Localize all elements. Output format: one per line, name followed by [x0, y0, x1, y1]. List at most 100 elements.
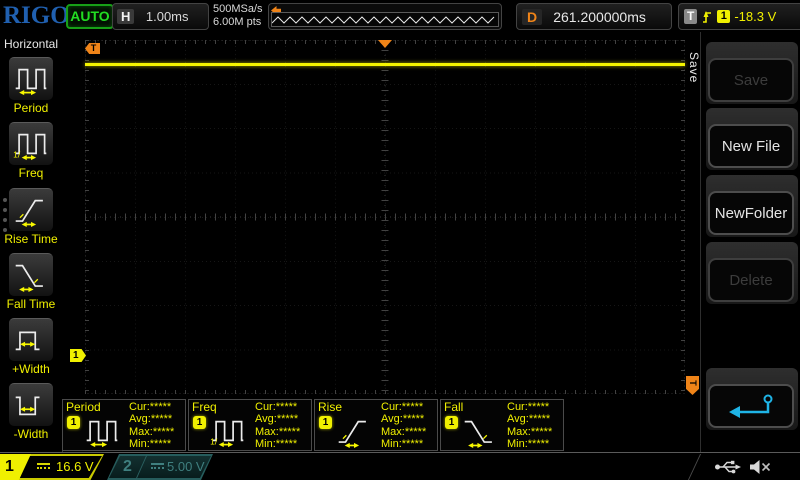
avg-value: ***** [277, 413, 298, 425]
memory-depth: 6.00M pts [213, 16, 263, 29]
dc-coupling-icon [37, 463, 50, 469]
measurement-values: Cur:***** Avg:***** Max:***** Min:***** [507, 401, 552, 451]
rise-time-label: Rise Time [0, 232, 62, 246]
avg-value: ***** [151, 413, 172, 425]
new-folder-button[interactable]: NewFolder [708, 191, 794, 235]
plus-width-icon [12, 323, 50, 357]
period-button[interactable] [9, 57, 53, 100]
divider-slash [688, 454, 701, 480]
ch1-ground-marker: 1 [70, 349, 86, 362]
channel-status-bar: 1 16.6 V 2 5.00 V [0, 452, 800, 480]
waveform-display: T 1 T [62, 32, 700, 399]
overview-wave [271, 12, 499, 27]
left-measure-menu: Horizontal Period Freq Rise Time Fall Ti… [0, 32, 63, 452]
minus-width-icon [12, 388, 50, 422]
period-icon [12, 62, 50, 96]
ch1-indicator[interactable]: 1 16.6 V [0, 454, 104, 480]
trigger-status-badge: AUTO [66, 4, 114, 29]
fall-time-button[interactable] [9, 253, 53, 296]
avg-label: Avg: [255, 413, 277, 425]
max-label: Max: [129, 426, 153, 438]
minus-width-button[interactable] [9, 383, 53, 426]
softkey-slot: Delete [706, 242, 798, 304]
measurement-channel-badge: 1 [445, 416, 458, 429]
softkey-slot [706, 368, 798, 430]
menu-item-period[interactable]: Period [0, 57, 62, 115]
trigger-level-value: -18.3 V [734, 9, 776, 24]
ch1-waveform-trace [85, 63, 685, 66]
max-value: ***** [405, 426, 426, 438]
rise-time-button[interactable] [9, 188, 53, 231]
min-label: Min: [507, 438, 528, 450]
avg-label: Avg: [381, 413, 403, 425]
save-button[interactable]: Save [708, 58, 794, 102]
measurement-values: Cur:***** Avg:***** Max:***** Min:***** [255, 401, 300, 451]
cur-value: ***** [276, 401, 297, 413]
cur-label: Cur: [381, 401, 402, 413]
cur-value: ***** [528, 401, 549, 413]
waveform-overview [268, 3, 502, 30]
fall-time-icon [12, 258, 50, 292]
freq-button[interactable] [9, 122, 53, 165]
rising-edge-icon [701, 9, 713, 25]
horizontal-scale-box: H 1.00ms [112, 3, 209, 30]
plus-width-label: +Width [0, 362, 62, 376]
measurement-panel-period[interactable]: Period 1 Cur:***** Avg:***** Max:***** M… [62, 399, 186, 451]
measurement-panel-fall[interactable]: Fall 1 Cur:***** Avg:***** Max:***** Min… [440, 399, 564, 451]
plus-width-button[interactable] [9, 318, 53, 361]
measurement-channel-badge: 1 [319, 416, 332, 429]
cur-value: ***** [402, 401, 423, 413]
dc-coupling-icon [151, 463, 164, 469]
menu-scroll-dots [3, 198, 7, 238]
fall-time-icon [460, 414, 500, 448]
trigger-level-flag: T [686, 376, 699, 395]
return-button[interactable] [708, 384, 794, 428]
measurement-channel-badge: 1 [67, 416, 80, 429]
freq-icon [12, 127, 50, 161]
ch2-indicator[interactable]: 2 5.00 V [107, 454, 213, 480]
freq-label: Freq [0, 166, 62, 180]
menu-item-rise-time[interactable]: Rise Time [0, 188, 62, 246]
trigger-position-triangle-icon [378, 40, 392, 48]
cur-label: Cur: [255, 401, 276, 413]
measurement-panel-rise[interactable]: Rise 1 Cur:***** Avg:***** Max:***** Min… [314, 399, 438, 451]
min-value: ***** [528, 438, 549, 450]
menu-item-freq[interactable]: Freq [0, 122, 62, 180]
period-icon [82, 414, 122, 448]
max-label: Max: [507, 426, 531, 438]
top-status-bar: RIGOL AUTO H 1.00ms 500MSa/s 6.00M pts D… [0, 0, 800, 32]
measurement-name: Rise [318, 400, 342, 414]
menu-item-fall-time[interactable]: Fall Time [0, 253, 62, 311]
period-label: Period [0, 101, 62, 115]
measurement-values: Cur:***** Avg:***** Max:***** Min:***** [129, 401, 174, 451]
min-value: ***** [276, 438, 297, 450]
measurement-name: Freq [192, 400, 217, 414]
delete-button[interactable]: Delete [708, 258, 794, 302]
menu-item-minus-width[interactable]: -Width [0, 383, 62, 441]
new-file-button[interactable]: New File [708, 124, 794, 168]
menu-item-plus-width[interactable]: +Width [0, 318, 62, 376]
measurement-name: Period [66, 400, 101, 414]
trigger-source-badge: 1 [717, 10, 730, 23]
speaker-muted-icon [748, 458, 772, 476]
sample-rate: 500MSa/s [213, 3, 263, 16]
measurement-panel-freq[interactable]: Freq 1 Cur:***** Avg:***** Max:***** Min… [188, 399, 312, 451]
acquisition-info: 500MSa/s 6.00M pts [213, 3, 263, 29]
max-value: ***** [279, 426, 300, 438]
measurement-values: Cur:***** Avg:***** Max:***** Min:***** [381, 401, 426, 451]
avg-value: ***** [529, 413, 550, 425]
horizontal-label: H [117, 9, 134, 24]
cur-label: Cur: [129, 401, 150, 413]
rise-time-icon [12, 193, 50, 227]
right-softkey-menu: Save New File NewFolder Delete [700, 32, 800, 452]
delay-readout: D 261.200000ms [516, 3, 672, 30]
fall-time-label: Fall Time [0, 297, 62, 311]
avg-label: Avg: [129, 413, 151, 425]
max-label: Max: [381, 426, 405, 438]
usb-icon [714, 458, 742, 475]
min-label: Min: [129, 438, 150, 450]
minus-width-label: -Width [0, 427, 62, 441]
max-value: ***** [531, 426, 552, 438]
delay-value: 261.200000ms [553, 9, 660, 25]
freq-icon [208, 414, 248, 448]
